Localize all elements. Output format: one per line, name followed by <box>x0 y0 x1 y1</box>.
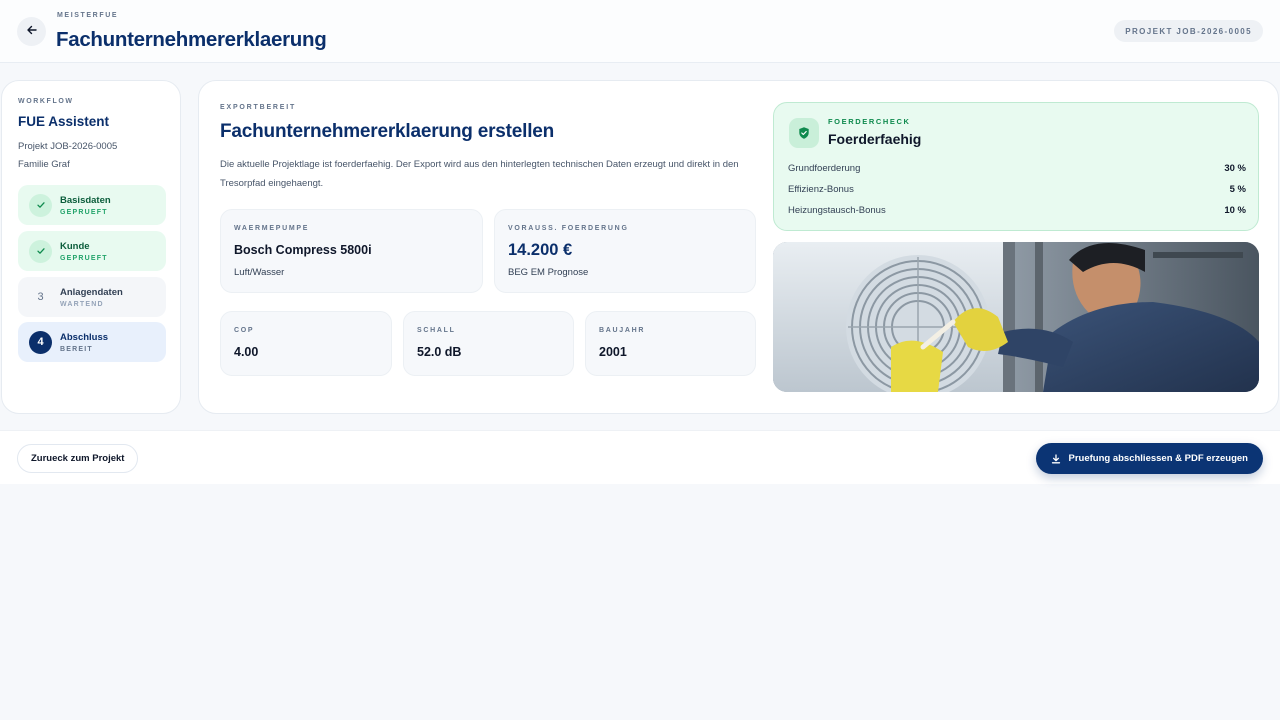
funding-row: Heizungstausch-Bonus 10 % <box>788 205 1246 216</box>
step-status: WARTEND <box>60 300 104 308</box>
technician-photo <box>773 242 1259 392</box>
project-badge: PROJEKT JOB-2026-0005 <box>1114 20 1263 42</box>
step-status: GEPRUEFT <box>60 254 108 262</box>
section-title: Fachunternehmererklaerung erstellen <box>220 121 555 142</box>
workflow-label: WORKFLOW <box>18 98 74 105</box>
funding-value: 14.200 € <box>508 241 573 259</box>
step-number: 4 <box>29 330 52 354</box>
step-name: Kunde <box>60 240 90 252</box>
sidebar-customer: Familie Graf <box>18 159 70 170</box>
funding-row-value: 10 % <box>1224 205 1246 216</box>
funding-label: VORAUSS. FOERDERUNG <box>508 225 629 232</box>
step-number: 3 <box>37 291 44 303</box>
cop-value: 4.00 <box>234 345 259 359</box>
funding-sub: BEG EM Prognose <box>508 267 589 278</box>
step-kunde[interactable]: Kunde GEPRUEFT <box>18 231 166 271</box>
step-status: GEPRUEFT <box>60 208 108 216</box>
cop-label: COP <box>234 327 255 334</box>
funding-check-title: Foerderfaehig <box>828 131 922 147</box>
section-description: Die aktuelle Projektlage ist foerderfaeh… <box>220 159 739 189</box>
funding-row: Effizienz-Bonus 5 % <box>788 184 1246 195</box>
brand-label: MEISTERFUE <box>57 12 119 19</box>
sidebar-project: Projekt JOB-2026-0005 <box>18 141 118 152</box>
year-value: 2001 <box>599 345 627 359</box>
checkmark-icon <box>29 193 52 217</box>
sound-box: SCHALL 52.0 dB <box>403 311 574 376</box>
heatpump-label: WAERMEPUMPE <box>234 225 310 232</box>
step-status: BEREIT <box>60 345 93 353</box>
year-label: BAUJAHR <box>599 327 646 334</box>
sidebar-title: FUE Assistent <box>18 114 110 129</box>
back-to-project-button[interactable]: Zurueck zum Projekt <box>17 444 139 473</box>
shield-check-icon <box>789 118 819 148</box>
page-title: Fachunternehmererklaerung <box>56 28 327 51</box>
workflow-sidebar: WORKFLOW FUE Assistent Projekt JOB-2026-… <box>1 80 181 414</box>
funding-check-label: FOERDERCHECK <box>828 117 911 126</box>
funding-row-value: 30 % <box>1224 163 1246 174</box>
download-icon <box>1051 453 1061 464</box>
arrow-left-icon <box>26 23 38 41</box>
funding-box: VORAUSS. FOERDERUNG 14.200 € BEG EM Prog… <box>494 209 756 293</box>
funding-row-name: Effizienz-Bonus <box>788 184 854 195</box>
finish-and-generate-pdf-button[interactable]: Pruefung abschliessen & PDF erzeugen <box>1035 443 1263 474</box>
top-header: MEISTERFUE Fachunternehmererklaerung PRO… <box>0 0 1280 63</box>
heatpump-type: Luft/Wasser <box>234 267 285 278</box>
action-bar: Zurueck zum Projekt Pruefung abschliesse… <box>0 430 1280 484</box>
export-status-label: EXPORTBEREIT <box>220 104 297 111</box>
export-card: EXPORTBEREIT Fachunternehmererklaerung e… <box>198 80 1279 414</box>
step-anlagendaten[interactable]: 3 Anlagendaten WARTEND <box>18 277 166 317</box>
primary-button-label: Pruefung abschliessen & PDF erzeugen <box>1068 453 1249 464</box>
back-button[interactable] <box>17 17 46 46</box>
heatpump-value: Bosch Compress 5800i <box>234 243 372 257</box>
funding-row: Grundfoerderung 30 % <box>788 163 1246 174</box>
heatpump-box: WAERMEPUMPE Bosch Compress 5800i Luft/Wa… <box>220 209 483 293</box>
sound-value: 52.0 dB <box>417 345 462 359</box>
funding-row-name: Heizungstausch-Bonus <box>788 205 886 216</box>
step-basisdaten[interactable]: Basisdaten GEPRUEFT <box>18 185 166 225</box>
funding-check-panel: FOERDERCHECK Foerderfaehig Grundfoerderu… <box>773 102 1259 231</box>
step-name: Abschluss <box>60 331 109 343</box>
sound-label: SCHALL <box>417 327 456 334</box>
step-name: Basisdaten <box>60 194 111 206</box>
funding-row-value: 5 % <box>1229 184 1246 195</box>
cop-box: COP 4.00 <box>220 311 392 376</box>
checkmark-icon <box>29 239 52 263</box>
step-name: Anlagendaten <box>60 286 123 298</box>
step-abschluss[interactable]: 4 Abschluss BEREIT <box>18 322 166 362</box>
year-box: BAUJAHR 2001 <box>585 311 756 376</box>
funding-row-name: Grundfoerderung <box>788 163 861 174</box>
